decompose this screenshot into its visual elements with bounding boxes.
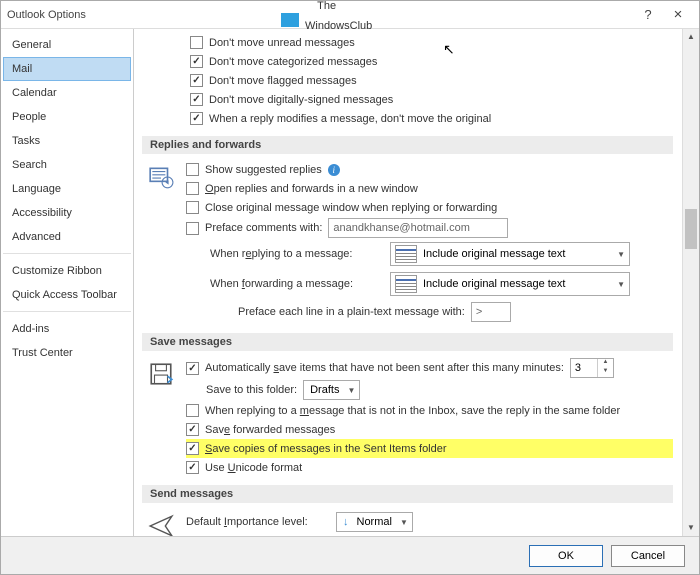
sidebar-item-mail[interactable]: Mail <box>3 57 131 81</box>
use-unicode-checkbox[interactable] <box>186 461 199 474</box>
default-importance-dropdown[interactable]: ↓Normal▼ <box>336 512 413 532</box>
save-sent-items-label: Save copies of messages in the Sent Item… <box>205 443 447 455</box>
replies-forwards-header: Replies and forwards <box>142 136 673 154</box>
open-new-window-label: Open replies and forwards in a new windo… <box>205 183 418 195</box>
show-suggested-replies-checkbox[interactable] <box>186 163 199 176</box>
dont-move-flagged-checkbox[interactable] <box>190 74 203 87</box>
title-bar: Outlook Options ? × <box>1 1 699 29</box>
scroll-down-button[interactable]: ▼ <box>683 520 699 537</box>
send-messages-header: Send messages <box>142 485 673 503</box>
category-sidebar: General Mail Calendar People Tasks Searc… <box>1 29 134 537</box>
dont-move-categorized-checkbox[interactable] <box>190 55 203 68</box>
auto-save-minutes-spinner[interactable]: ▲▼ <box>570 358 614 378</box>
save-messages-header: Save messages <box>142 333 673 351</box>
sidebar-item-add-ins[interactable]: Add-ins <box>3 317 131 341</box>
show-suggested-replies-label: Show suggested replies <box>205 164 322 176</box>
preface-comments-checkbox[interactable] <box>186 222 199 235</box>
sidebar-item-quick-access-toolbar[interactable]: Quick Access Toolbar <box>3 283 131 307</box>
default-importance-label: Default Importance level: <box>186 516 326 528</box>
scroll-up-button[interactable]: ▲ <box>683 29 699 46</box>
when-replying-dropdown[interactable]: Include original message text ▼ <box>390 242 630 266</box>
dont-move-categorized-label: Don't move categorized messages <box>209 56 377 68</box>
auto-save-label: Automatically save items that have not b… <box>205 362 564 374</box>
send-messages-icon <box>142 509 180 537</box>
save-to-folder-label: Save to this folder: <box>206 384 297 396</box>
close-original-checkbox[interactable] <box>186 201 199 214</box>
sidebar-item-calendar[interactable]: Calendar <box>3 81 131 105</box>
reply-same-folder-label: When replying to a message that is not i… <box>205 405 620 417</box>
sidebar-item-search[interactable]: Search <box>3 153 131 177</box>
sidebar-item-accessibility[interactable]: Accessibility <box>3 201 131 225</box>
chevron-down-icon: ▼ <box>347 386 355 395</box>
sidebar-item-customize-ribbon[interactable]: Customize Ribbon <box>3 259 131 283</box>
use-unicode-label: Use Unicode format <box>205 462 302 474</box>
dont-move-flagged-label: Don't move flagged messages <box>209 75 357 87</box>
sidebar-item-tasks[interactable]: Tasks <box>3 129 131 153</box>
sidebar-item-general[interactable]: General <box>3 33 131 57</box>
sidebar-item-language[interactable]: Language <box>3 177 131 201</box>
open-new-window-checkbox[interactable] <box>186 182 199 195</box>
spin-down-icon[interactable]: ▼ <box>598 368 613 377</box>
forward-mode-icon <box>395 275 417 293</box>
when-forwarding-label: When forwarding a message: <box>210 278 380 290</box>
sidebar-item-trust-center[interactable]: Trust Center <box>3 341 131 365</box>
dont-move-signed-checkbox[interactable] <box>190 93 203 106</box>
help-button[interactable]: ? <box>633 7 663 22</box>
preface-comments-input[interactable] <box>328 218 508 238</box>
save-sent-items-checkbox[interactable] <box>186 442 199 455</box>
sidebar-item-advanced[interactable]: Advanced <box>3 225 131 249</box>
replies-forwards-icon <box>142 160 180 325</box>
reply-same-folder-checkbox[interactable] <box>186 404 199 417</box>
save-to-folder-dropdown[interactable]: Drafts▼ <box>303 380 360 400</box>
spin-up-icon[interactable]: ▲ <box>598 359 613 368</box>
save-messages-icon <box>142 357 180 477</box>
save-forwarded-checkbox[interactable] <box>186 423 199 436</box>
chevron-down-icon: ▼ <box>617 280 625 289</box>
ok-button[interactable]: OK <box>529 545 603 567</box>
dont-move-signed-label: Don't move digitally-signed messages <box>209 94 393 106</box>
preface-comments-label: Preface comments with: <box>205 222 322 234</box>
dont-move-reply-modified-checkbox[interactable] <box>190 112 203 125</box>
reply-mode-icon <box>395 245 417 263</box>
vertical-scrollbar[interactable]: ▲ ▼ <box>682 29 699 537</box>
cancel-button[interactable]: Cancel <box>611 545 685 567</box>
when-replying-label: When replying to a message: <box>210 248 380 260</box>
chevron-down-icon: ▼ <box>617 250 625 259</box>
sidebar-item-people[interactable]: People <box>3 105 131 129</box>
save-forwarded-label: Save forwarded messages <box>205 424 335 436</box>
dont-move-reply-modified-label: When a reply modifies a message, don't m… <box>209 113 491 125</box>
close-button[interactable]: × <box>663 6 693 23</box>
dialog-footer: OK Cancel <box>1 536 699 574</box>
options-content: Don't move unread messages Don't move ca… <box>134 29 681 537</box>
info-icon[interactable]: i <box>328 164 340 176</box>
window-title: Outlook Options <box>7 9 633 21</box>
dont-move-unread-checkbox[interactable] <box>190 36 203 49</box>
auto-save-checkbox[interactable] <box>186 362 199 375</box>
dont-move-unread-label: Don't move unread messages <box>209 37 355 49</box>
when-forwarding-dropdown[interactable]: Include original message text ▼ <box>390 272 630 296</box>
scroll-thumb[interactable] <box>685 209 697 249</box>
chevron-down-icon: ▼ <box>400 518 408 527</box>
preface-each-line-label: Preface each line in a plain-text messag… <box>238 306 465 318</box>
preface-each-line-input[interactable] <box>471 302 511 322</box>
close-original-label: Close original message window when reply… <box>205 202 497 214</box>
importance-arrow-icon: ↓ <box>343 516 349 528</box>
